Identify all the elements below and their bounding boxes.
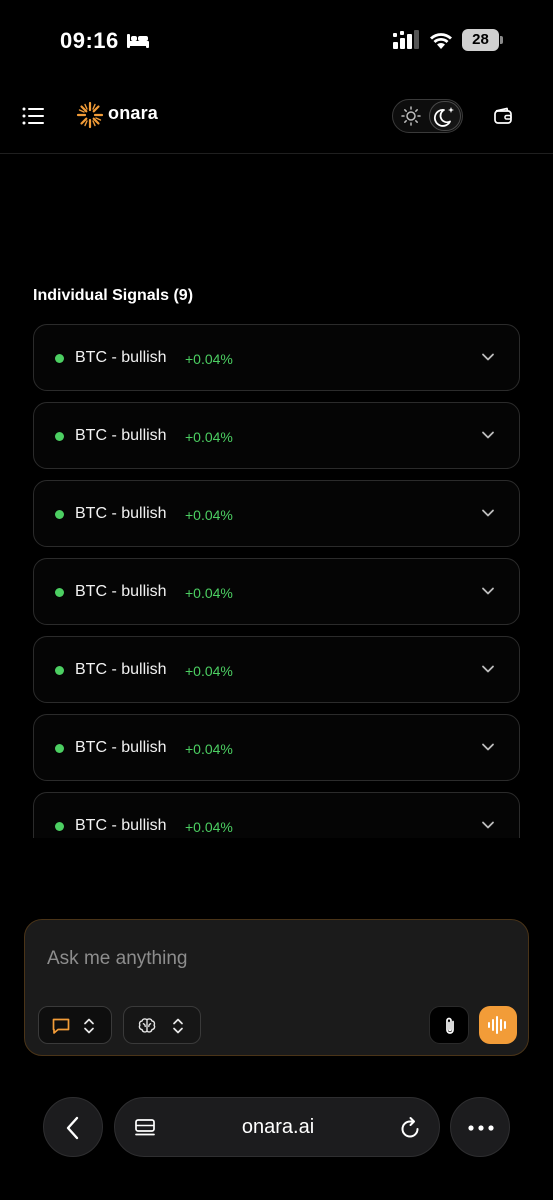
chat-mode-icon bbox=[52, 1018, 70, 1034]
back-chevron-icon bbox=[66, 1116, 79, 1140]
status-bar: 09:16 28 bbox=[0, 0, 553, 84]
chevron-down-icon[interactable] bbox=[480, 429, 496, 441]
bed-icon bbox=[127, 34, 149, 48]
clock-time: 09:16 bbox=[60, 28, 119, 53]
signal-label: BTC - bullish bbox=[75, 817, 167, 834]
chevron-down-icon[interactable] bbox=[480, 741, 496, 753]
chevron-down-icon[interactable] bbox=[480, 819, 496, 831]
signal-row[interactable]: BTC - bullish +0.04% bbox=[33, 636, 520, 703]
status-dot bbox=[55, 432, 64, 441]
signal-label: BTC - bullish bbox=[75, 427, 167, 444]
moon-icon bbox=[433, 107, 454, 127]
sun-icon[interactable] bbox=[398, 104, 424, 128]
signal-change: +0.04% bbox=[185, 351, 233, 367]
signal-change: +0.04% bbox=[185, 819, 233, 835]
dark-mode-option[interactable] bbox=[429, 101, 461, 131]
signal-label: BTC - bullish bbox=[75, 739, 167, 756]
signal-row[interactable]: BTC - bullish +0.04% bbox=[33, 324, 520, 391]
model-select[interactable] bbox=[123, 1006, 201, 1044]
wifi-icon bbox=[430, 33, 452, 49]
signal-row[interactable]: BTC - bullish +0.04% bbox=[33, 558, 520, 625]
voice-input-button[interactable] bbox=[479, 1006, 517, 1044]
battery-level: 28 bbox=[462, 29, 499, 51]
signal-change: +0.04% bbox=[185, 585, 233, 601]
chevron-down-icon[interactable] bbox=[480, 663, 496, 675]
brain-model-icon bbox=[138, 1018, 156, 1033]
address-bar[interactable]: onara.ai bbox=[114, 1097, 440, 1157]
chat-composer bbox=[24, 919, 529, 1056]
onara-logo-icon[interactable] bbox=[76, 101, 104, 129]
wallet-icon[interactable] bbox=[493, 106, 513, 126]
chat-input[interactable] bbox=[47, 944, 487, 974]
chevron-up-down-icon bbox=[173, 1018, 183, 1034]
chevron-down-icon[interactable] bbox=[480, 507, 496, 519]
chevron-down-icon[interactable] bbox=[480, 585, 496, 597]
signal-change: +0.04% bbox=[185, 507, 233, 523]
voice-waveform-icon bbox=[488, 1016, 506, 1034]
more-button[interactable] bbox=[450, 1097, 510, 1157]
status-dot bbox=[55, 744, 64, 753]
url-text[interactable]: onara.ai bbox=[115, 1116, 441, 1139]
theme-toggle[interactable] bbox=[392, 99, 463, 133]
brand-name[interactable]: onara bbox=[108, 103, 158, 124]
reload-icon[interactable] bbox=[399, 1116, 421, 1140]
signal-label: BTC - bullish bbox=[75, 505, 167, 522]
status-dot bbox=[55, 354, 64, 363]
signal-row[interactable]: BTC - bullish +0.04% bbox=[33, 402, 520, 469]
menu-icon[interactable] bbox=[22, 106, 44, 126]
signal-label: BTC - bullish bbox=[75, 349, 167, 366]
status-dot bbox=[55, 822, 64, 831]
mode-select[interactable] bbox=[38, 1006, 112, 1044]
battery-nub bbox=[500, 36, 503, 44]
signals-list[interactable]: BTC - bullish +0.04% BTC - bullish +0.04% BT… bbox=[0, 318, 553, 838]
status-dot bbox=[55, 666, 64, 675]
signal-row[interactable]: BTC - bullish +0.04% bbox=[33, 480, 520, 547]
more-dots-icon bbox=[468, 1125, 494, 1131]
signal-change: +0.04% bbox=[185, 429, 233, 445]
signal-change: +0.04% bbox=[185, 741, 233, 757]
signal-row[interactable]: BTC - bullish +0.04% bbox=[33, 714, 520, 781]
status-dot bbox=[55, 588, 64, 597]
chevron-down-icon[interactable] bbox=[480, 351, 496, 363]
app-header: onara bbox=[0, 84, 553, 154]
battery-icon: 28 bbox=[462, 29, 503, 51]
signal-row[interactable]: BTC - bullish +0.04% bbox=[33, 792, 520, 838]
signal-change: +0.04% bbox=[185, 663, 233, 679]
back-button[interactable] bbox=[43, 1097, 103, 1157]
signal-label: BTC - bullish bbox=[75, 661, 167, 678]
attach-button[interactable] bbox=[429, 1006, 469, 1044]
browser-toolbar: onara.ai bbox=[0, 1090, 553, 1170]
cellular-signal-icon bbox=[393, 30, 419, 49]
signal-label: BTC - bullish bbox=[75, 583, 167, 600]
paperclip-icon bbox=[446, 1017, 454, 1034]
signals-section-title: Individual Signals (9) bbox=[33, 287, 194, 304]
chevron-up-down-icon bbox=[84, 1018, 94, 1034]
status-dot bbox=[55, 510, 64, 519]
